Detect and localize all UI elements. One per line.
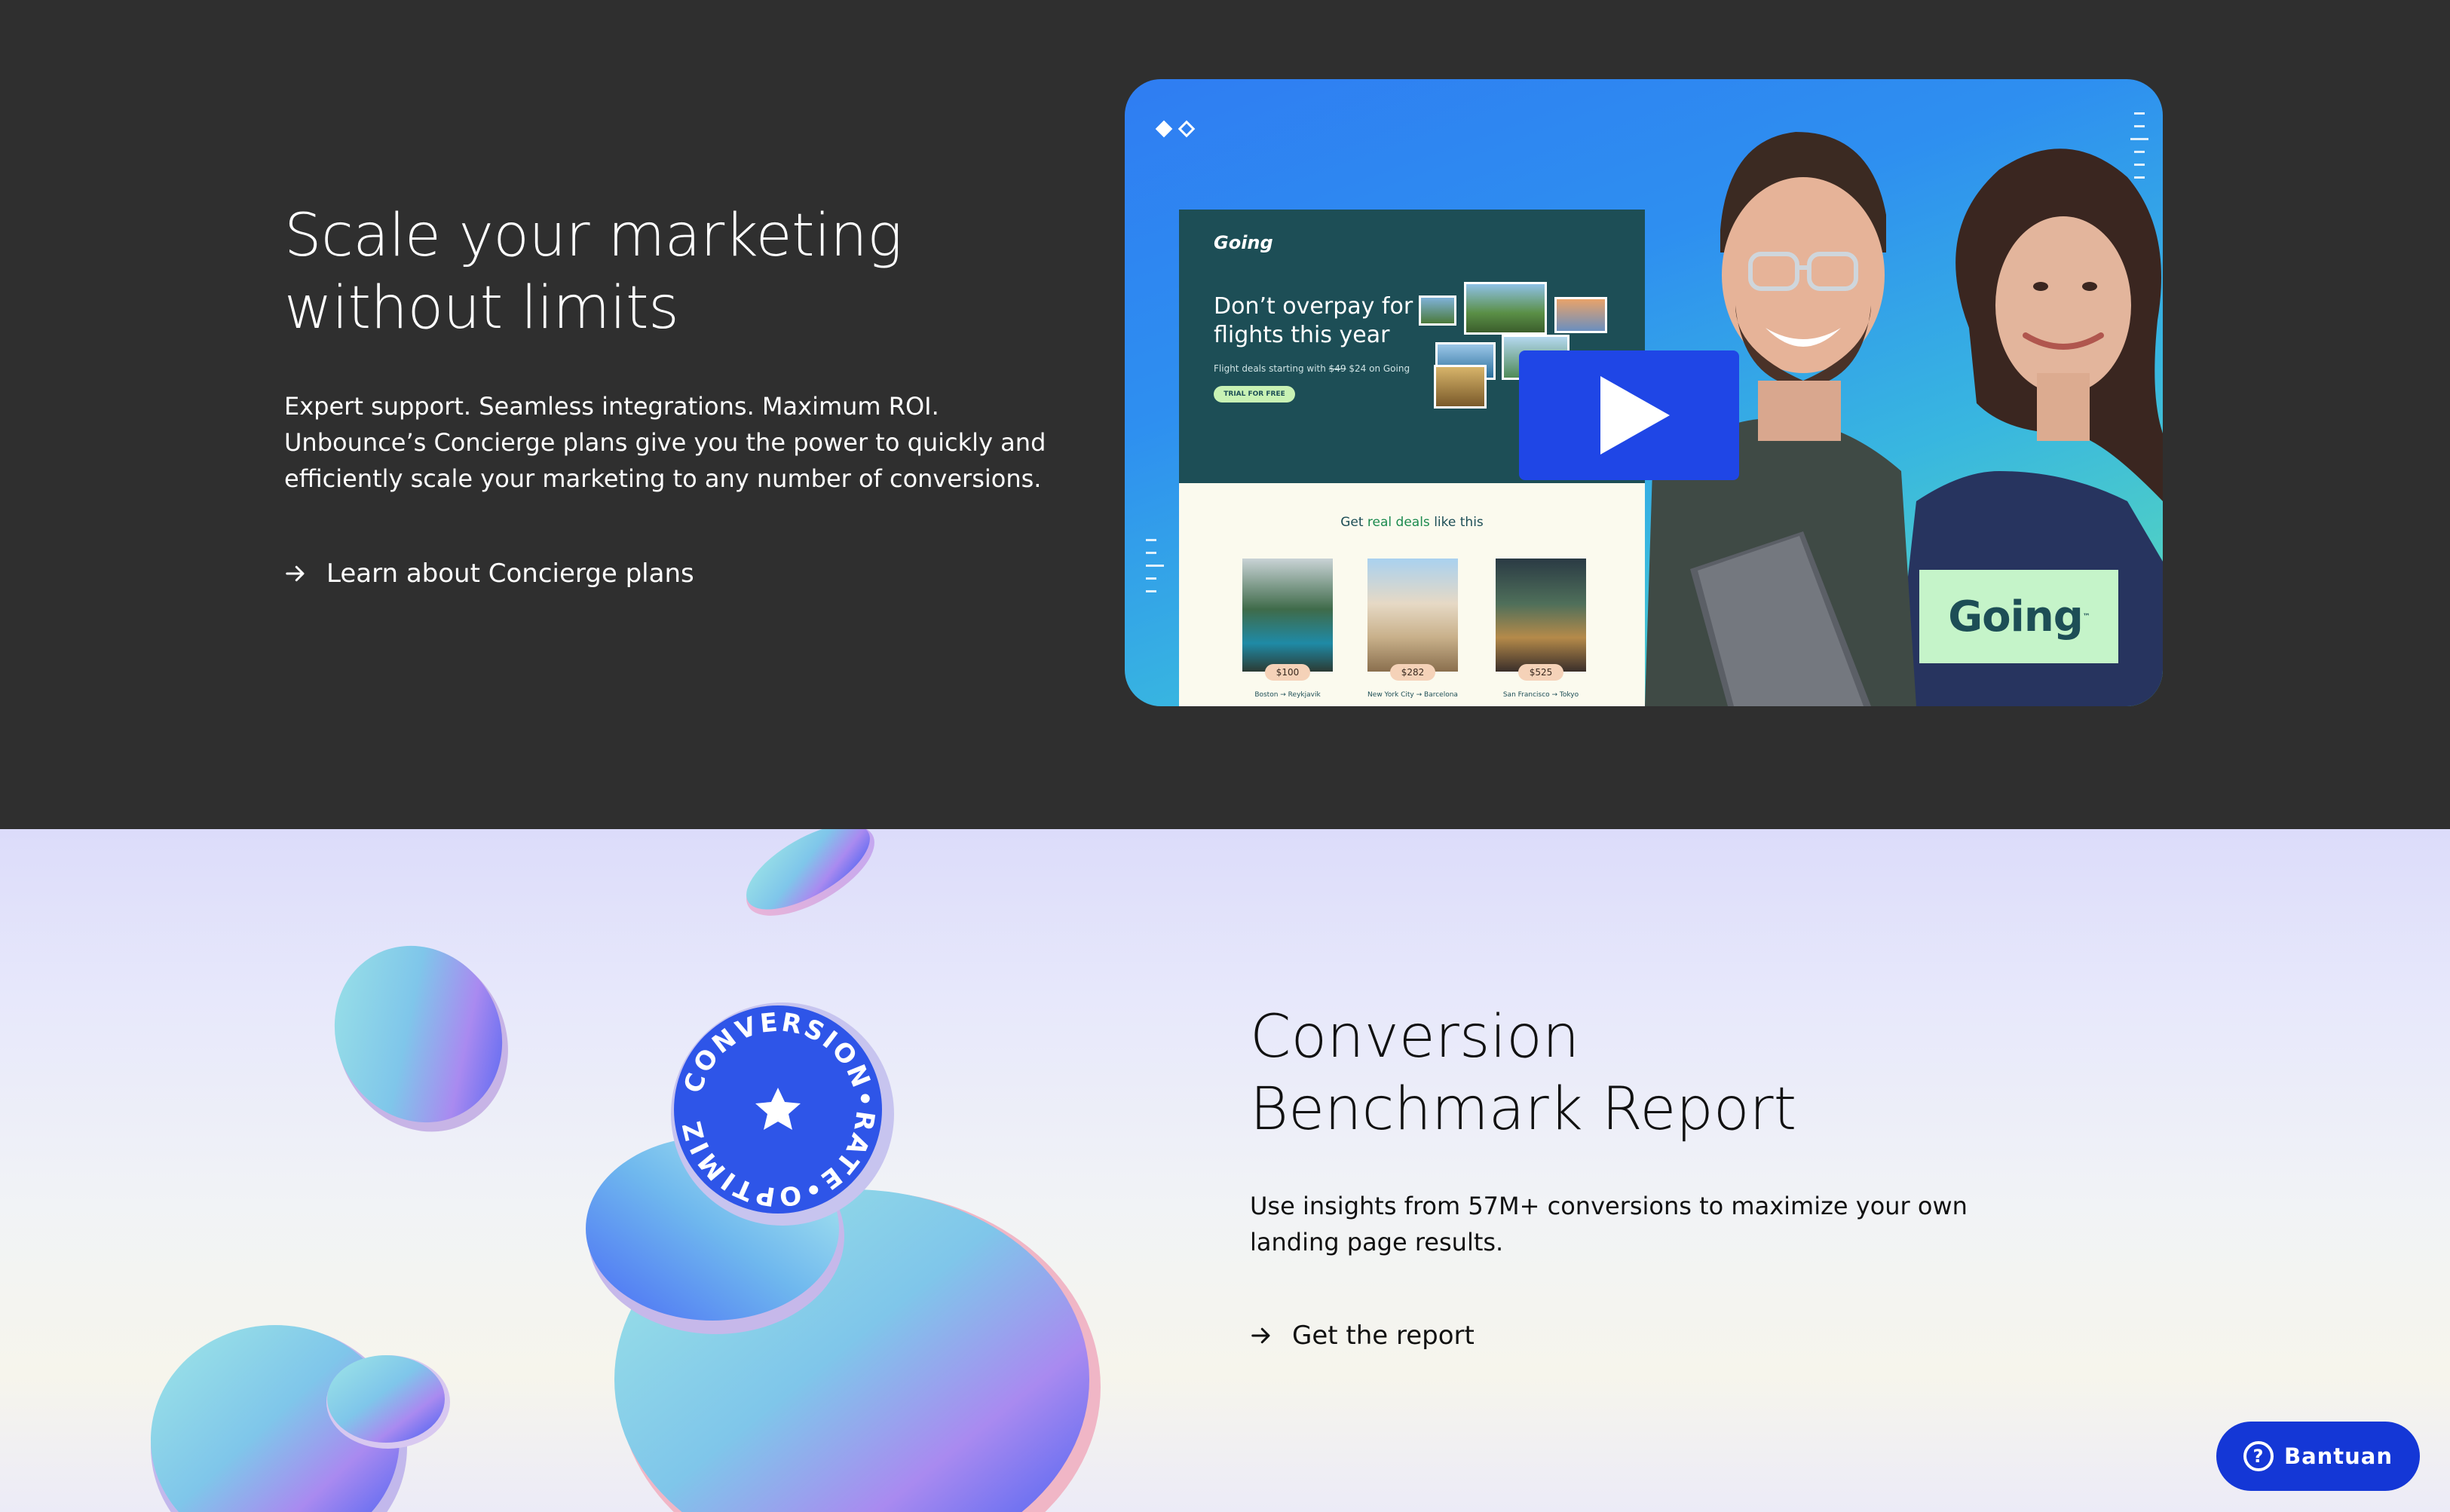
get-report-label: Get the report [1292,1321,1475,1351]
play-icon [1600,376,1670,455]
diamond-filled-icon [1155,120,1173,138]
floating-discs-illustration: CONVERSION•RATE•OPTIMIZATION• [0,829,1101,1512]
arrow-right-icon [1251,1327,1270,1344]
concierge-description: Expert support. Seamless integrations. M… [284,392,1046,493]
benchmark-section: CONVERSION•RATE•OPTIMIZATION• Conversion… [0,829,2450,1512]
benchmark-title: Conversion Benchmark Report [1250,1001,1974,1146]
deal-card: $282 New York City → Barcelona [1367,559,1458,699]
concierge-title: Scale your marketing without limits [284,200,1053,344]
learn-concierge-label: Learn about Concierge plans [326,559,694,589]
decorative-diamonds [1155,120,1196,138]
get-report-link[interactable]: Get the report [1250,1321,1974,1351]
deal-card: $100 Boston → Reykjavik [1242,559,1333,699]
deal-card: $525 San Francisco → Tokyo [1496,559,1586,699]
landing-page-subtext: Flight deals starting with $49 $24 on Go… [1214,363,1410,374]
landing-page-headline: Don’t overpay for flights this year [1214,293,1413,348]
help-button[interactable]: ? Bantuan [2216,1422,2420,1491]
play-button[interactable] [1519,350,1739,480]
benchmark-text-block: Conversion Benchmark Report Use insights… [1250,1001,1974,1351]
question-icon: ? [2243,1441,2274,1471]
concierge-title-line2: without limits [284,274,679,342]
deals-heading: Get real deals like this [1340,515,1484,530]
arrow-right-icon [286,565,305,582]
benchmark-title-line1: Conversion [1250,1003,1580,1071]
learn-concierge-link[interactable]: Learn about Concierge plans [284,559,1053,589]
concierge-title-line1: Scale your marketing [284,202,902,270]
benchmark-title-line2: Benchmark Report [1250,1076,1797,1143]
help-label: Bantuan [2283,1443,2393,1469]
going-logo-small: Going [1214,232,1273,253]
trial-button: TRIAL FOR FREE [1214,386,1295,402]
ruler-marks-left [1146,539,1164,603]
video-thumbnail[interactable]: Going Don’t overpay for flights this yea… [1125,79,2163,706]
going-logo-badge: Going ™ [1919,570,2118,663]
diamond-outline-icon [1178,120,1196,138]
landing-page-deals: Get real deals like this $100 Boston → R… [1179,483,1645,706]
benchmark-description: Use insights from 57M+ conversions to ma… [1250,1192,1968,1256]
concierge-section: Scale your marketing without limits Expe… [0,0,2450,829]
concierge-text-block: Scale your marketing without limits Expe… [284,200,1053,589]
